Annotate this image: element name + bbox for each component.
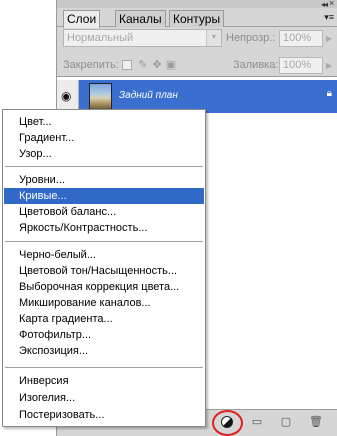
menu-item-solid-color[interactable]: Цвет... <box>4 114 204 130</box>
lock-icon: 🔒︎ <box>326 88 332 99</box>
lock-transparency-icon[interactable] <box>122 60 132 70</box>
menu-item-posterize[interactable]: Постеризовать... <box>4 407 204 423</box>
menu-item-channel-mixer[interactable]: Микширование каналов... <box>4 295 204 311</box>
opacity-arrow-icon[interactable]: ▶ <box>326 34 332 43</box>
menu-separator <box>5 367 203 368</box>
fill-label: Заливка: <box>233 59 279 71</box>
menu-item-gradient-map[interactable]: Карта градиента... <box>4 311 204 327</box>
menu-item-selective-color[interactable]: Выборочная коррекция цвета... <box>4 279 204 295</box>
menu-item-invert[interactable]: Инверсия <box>4 373 204 389</box>
adjustment-layer-icon[interactable] <box>221 416 233 428</box>
close-icon[interactable]: × <box>329 0 337 8</box>
menu-item-levels[interactable]: Уровни... <box>4 172 204 188</box>
lock-brush-icon[interactable]: ✎ <box>137 59 149 71</box>
opacity-field[interactable]: 100% <box>279 30 323 47</box>
eye-icon: ◉ <box>61 89 72 103</box>
menu-separator <box>5 166 203 167</box>
menu-separator <box>5 241 203 242</box>
panel-title-strip <box>57 0 337 8</box>
menu-item-threshold[interactable]: Изогелия... <box>4 390 204 406</box>
lock-all-icon[interactable]: ▣ <box>165 59 177 71</box>
menu-item-exposure[interactable]: Экспозиция... <box>4 343 204 359</box>
opacity-label: Непрозр.: <box>226 32 276 44</box>
layer-name: Задний план <box>119 90 178 101</box>
panel-menu-icon[interactable]: ▾≡ <box>324 12 334 23</box>
adjustment-menu: Цвет... Градиент... Узор... Уровни... Кр… <box>2 109 206 427</box>
menu-item-gradient[interactable]: Градиент... <box>4 130 204 146</box>
tab-bar: Слои Каналы Контуры ▾≡ <box>57 8 337 28</box>
chevron-down-icon: ▼ <box>206 30 221 46</box>
folder-icon[interactable]: ▭ <box>250 416 264 429</box>
tab-layers[interactable]: Слои <box>63 10 101 28</box>
new-layer-icon[interactable]: ▢ <box>279 416 293 429</box>
menu-item-color-balance[interactable]: Цветовой баланс... <box>4 204 204 220</box>
layer-thumbnail <box>89 83 112 110</box>
menu-item-brightness-contrast[interactable]: Яркость/Контрастность... <box>4 220 204 236</box>
tab-paths[interactable]: Контуры <box>169 10 225 27</box>
lock-label: Закрепить: <box>63 59 119 71</box>
menu-item-photo-filter[interactable]: Фотофильтр... <box>4 327 204 343</box>
fill-field[interactable]: 100% <box>279 57 323 74</box>
menu-item-pattern[interactable]: Узор... <box>4 146 204 162</box>
lock-move-icon[interactable]: ✥ <box>151 59 163 71</box>
blend-mode-value: Нормальный <box>67 32 134 44</box>
menu-item-curves[interactable]: Кривые... <box>4 188 204 204</box>
menu-item-black-white[interactable]: Черно-белый... <box>4 247 204 263</box>
blend-mode-select[interactable]: Нормальный ▼ <box>63 29 222 47</box>
trash-icon[interactable]: 🗑︎ <box>309 416 323 429</box>
menu-item-hue-saturation[interactable]: Цветовой тон/Насыщенность... <box>4 263 204 279</box>
fill-arrow-icon[interactable]: ▶ <box>326 61 332 70</box>
tab-channels[interactable]: Каналы <box>115 10 166 27</box>
